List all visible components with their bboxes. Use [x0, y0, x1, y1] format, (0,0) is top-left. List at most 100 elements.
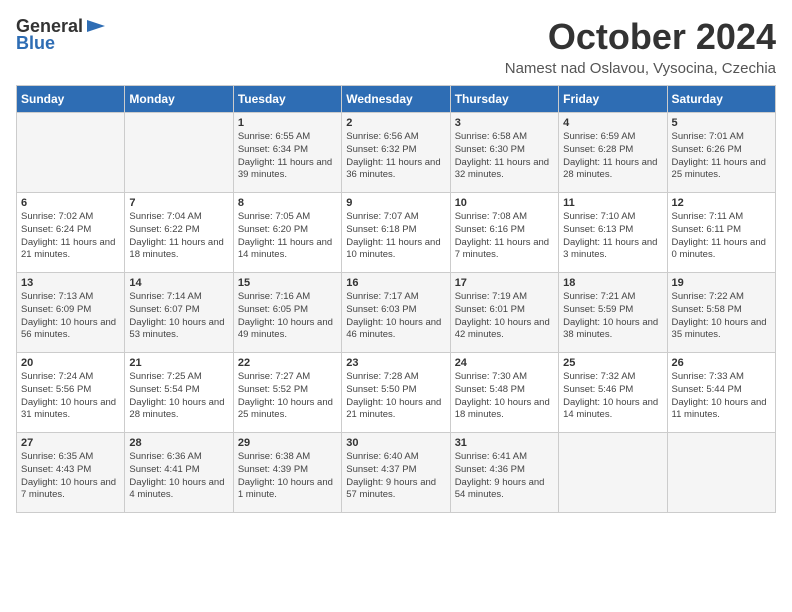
day-number: 27 [21, 437, 120, 449]
cell-sun-info: Sunrise: 7:07 AM Sunset: 6:18 PM Dayligh… [346, 211, 445, 262]
day-number: 20 [21, 357, 120, 369]
calendar-cell [17, 113, 125, 193]
title-area: October 2024 Namest nad Oslavou, Vysocin… [505, 16, 776, 77]
cell-sun-info: Sunrise: 7:04 AM Sunset: 6:22 PM Dayligh… [129, 211, 228, 262]
cell-sun-info: Sunrise: 7:21 AM Sunset: 5:59 PM Dayligh… [563, 291, 662, 342]
calendar-cell: 30 Sunrise: 6:40 AM Sunset: 4:37 PM Dayli… [342, 433, 450, 513]
cell-sun-info: Sunrise: 7:13 AM Sunset: 6:09 PM Dayligh… [21, 291, 120, 342]
col-header-wednesday: Wednesday [342, 86, 450, 113]
day-number: 7 [129, 197, 228, 209]
calendar-cell: 22Sunrise: 7:27 AM Sunset: 5:52 PM Dayli… [233, 353, 341, 433]
week-row-4: 20 Sunrise: 7:24 AM Sunset: 5:56 PM Dayli… [17, 353, 776, 433]
day-number: 21 [129, 357, 228, 369]
calendar-cell: 20 Sunrise: 7:24 AM Sunset: 5:56 PM Dayli… [17, 353, 125, 433]
calendar-cell: 23Sunrise: 7:28 AM Sunset: 5:50 PM Dayli… [342, 353, 450, 433]
calendar-cell: 28 Sunrise: 6:36 AM Sunset: 4:41 PM Dayli… [125, 433, 233, 513]
day-number: 10 [455, 197, 554, 209]
col-header-tuesday: Tuesday [233, 86, 341, 113]
day-number: 15 [238, 277, 337, 289]
calendar-cell [559, 433, 667, 513]
calendar-cell: 3 Sunrise: 6:58 AM Sunset: 6:30 PM Daylig… [450, 113, 558, 193]
week-row-2: 6 Sunrise: 7:02 AM Sunset: 6:24 PM Daylig… [17, 193, 776, 273]
cell-sun-info: Sunrise: 6:35 AM Sunset: 4:43 PM Dayligh… [21, 451, 120, 502]
week-row-3: 13 Sunrise: 7:13 AM Sunset: 6:09 PM Dayli… [17, 273, 776, 353]
col-header-friday: Friday [559, 86, 667, 113]
cell-sun-info: Sunrise: 6:55 AM Sunset: 6:34 PM Dayligh… [238, 131, 337, 182]
calendar-table: SundayMondayTuesdayWednesdayThursdayFrid… [16, 85, 776, 513]
cell-sun-info: Sunrise: 7:02 AM Sunset: 6:24 PM Dayligh… [21, 211, 120, 262]
day-number: 17 [455, 277, 554, 289]
calendar-cell: 7 Sunrise: 7:04 AM Sunset: 6:22 PM Daylig… [125, 193, 233, 273]
calendar-cell: 13 Sunrise: 7:13 AM Sunset: 6:09 PM Dayli… [17, 273, 125, 353]
calendar-cell: 19 Sunrise: 7:22 AM Sunset: 5:58 PM Dayli… [667, 273, 775, 353]
day-number: 28 [129, 437, 228, 449]
day-number: 30 [346, 437, 445, 449]
calendar-cell: 11 Sunrise: 7:10 AM Sunset: 6:13 PM Dayli… [559, 193, 667, 273]
calendar-cell: 16 Sunrise: 7:17 AM Sunset: 6:03 PM Dayli… [342, 273, 450, 353]
day-number: 4 [563, 117, 662, 129]
cell-sun-info: Sunrise: 7:22 AM Sunset: 5:58 PM Dayligh… [672, 291, 771, 342]
cell-sun-info: Sunrise: 7:14 AM Sunset: 6:07 PM Dayligh… [129, 291, 228, 342]
cell-sun-info: Sunrise: 6:59 AM Sunset: 6:28 PM Dayligh… [563, 131, 662, 182]
cell-sun-info: Sunrise: 7:10 AM Sunset: 6:13 PM Dayligh… [563, 211, 662, 262]
calendar-cell: 26Sunrise: 7:33 AM Sunset: 5:44 PM Dayli… [667, 353, 775, 433]
logo: General Blue [16, 16, 107, 54]
calendar-cell: 2Sunrise: 6:56 AM Sunset: 6:32 PM Daylig… [342, 113, 450, 193]
day-number: 16 [346, 277, 445, 289]
day-number: 9 [346, 197, 445, 209]
day-number: 1 [238, 117, 337, 129]
logo-blue: Blue [16, 33, 55, 54]
calendar-cell: 12 Sunrise: 7:11 AM Sunset: 6:11 PM Dayli… [667, 193, 775, 273]
calendar-cell: 9 Sunrise: 7:07 AM Sunset: 6:18 PM Daylig… [342, 193, 450, 273]
cell-sun-info: Sunrise: 7:16 AM Sunset: 6:05 PM Dayligh… [238, 291, 337, 342]
week-row-1: 1 Sunrise: 6:55 AM Sunset: 6:34 PM Daylig… [17, 113, 776, 193]
day-number: 24 [455, 357, 554, 369]
header-row: SundayMondayTuesdayWednesdayThursdayFrid… [17, 86, 776, 113]
day-number: 11 [563, 197, 662, 209]
cell-sun-info: Sunrise: 6:36 AM Sunset: 4:41 PM Dayligh… [129, 451, 228, 502]
calendar-cell: 5 Sunrise: 7:01 AM Sunset: 6:26 PM Daylig… [667, 113, 775, 193]
day-number: 12 [672, 197, 771, 209]
calendar-cell: 1 Sunrise: 6:55 AM Sunset: 6:34 PM Daylig… [233, 113, 341, 193]
calendar-cell: 15 Sunrise: 7:16 AM Sunset: 6:05 PM Dayli… [233, 273, 341, 353]
cell-sun-info: Sunrise: 6:41 AM Sunset: 4:36 PM Dayligh… [455, 451, 554, 502]
calendar-cell: 24Sunrise: 7:30 AM Sunset: 5:48 PM Dayli… [450, 353, 558, 433]
calendar-cell: 25Sunrise: 7:32 AM Sunset: 5:46 PM Dayli… [559, 353, 667, 433]
cell-sun-info: Sunrise: 7:11 AM Sunset: 6:11 PM Dayligh… [672, 211, 771, 262]
calendar-cell: 31 Sunrise: 6:41 AM Sunset: 4:36 PM Dayli… [450, 433, 558, 513]
day-number: 8 [238, 197, 337, 209]
week-row-5: 27 Sunrise: 6:35 AM Sunset: 4:43 PM Dayli… [17, 433, 776, 513]
day-number: 13 [21, 277, 120, 289]
logo-flag-icon [85, 18, 107, 36]
col-header-thursday: Thursday [450, 86, 558, 113]
cell-sun-info: Sunrise: 7:24 AM Sunset: 5:56 PM Dayligh… [21, 371, 120, 422]
calendar-cell: 8Sunrise: 7:05 AM Sunset: 6:20 PM Daylig… [233, 193, 341, 273]
day-number: 2 [346, 117, 445, 129]
cell-sun-info: Sunrise: 7:33 AM Sunset: 5:44 PM Dayligh… [672, 371, 771, 422]
cell-sun-info: Sunrise: 7:32 AM Sunset: 5:46 PM Dayligh… [563, 371, 662, 422]
calendar-cell: 27 Sunrise: 6:35 AM Sunset: 4:43 PM Dayli… [17, 433, 125, 513]
calendar-cell: 17 Sunrise: 7:19 AM Sunset: 6:01 PM Dayli… [450, 273, 558, 353]
col-header-sunday: Sunday [17, 86, 125, 113]
cell-sun-info: Sunrise: 6:58 AM Sunset: 6:30 PM Dayligh… [455, 131, 554, 182]
cell-sun-info: Sunrise: 6:38 AM Sunset: 4:39 PM Dayligh… [238, 451, 337, 502]
day-number: 6 [21, 197, 120, 209]
location-subtitle: Namest nad Oslavou, Vysocina, Czechia [505, 60, 776, 77]
cell-sun-info: Sunrise: 7:19 AM Sunset: 6:01 PM Dayligh… [455, 291, 554, 342]
calendar-cell: 14Sunrise: 7:14 AM Sunset: 6:07 PM Dayli… [125, 273, 233, 353]
cell-sun-info: Sunrise: 7:27 AM Sunset: 5:52 PM Dayligh… [238, 371, 337, 422]
cell-sun-info: Sunrise: 7:17 AM Sunset: 6:03 PM Dayligh… [346, 291, 445, 342]
cell-sun-info: Sunrise: 6:40 AM Sunset: 4:37 PM Dayligh… [346, 451, 445, 502]
header: General Blue October 2024 Namest nad Osl… [16, 16, 776, 77]
day-number: 31 [455, 437, 554, 449]
month-title: October 2024 [505, 16, 776, 58]
col-header-monday: Monday [125, 86, 233, 113]
calendar-cell: 29 Sunrise: 6:38 AM Sunset: 4:39 PM Dayli… [233, 433, 341, 513]
day-number: 19 [672, 277, 771, 289]
cell-sun-info: Sunrise: 7:25 AM Sunset: 5:54 PM Dayligh… [129, 371, 228, 422]
day-number: 29 [238, 437, 337, 449]
day-number: 3 [455, 117, 554, 129]
cell-sun-info: Sunrise: 7:08 AM Sunset: 6:16 PM Dayligh… [455, 211, 554, 262]
day-number: 5 [672, 117, 771, 129]
cell-sun-info: Sunrise: 7:01 AM Sunset: 6:26 PM Dayligh… [672, 131, 771, 182]
